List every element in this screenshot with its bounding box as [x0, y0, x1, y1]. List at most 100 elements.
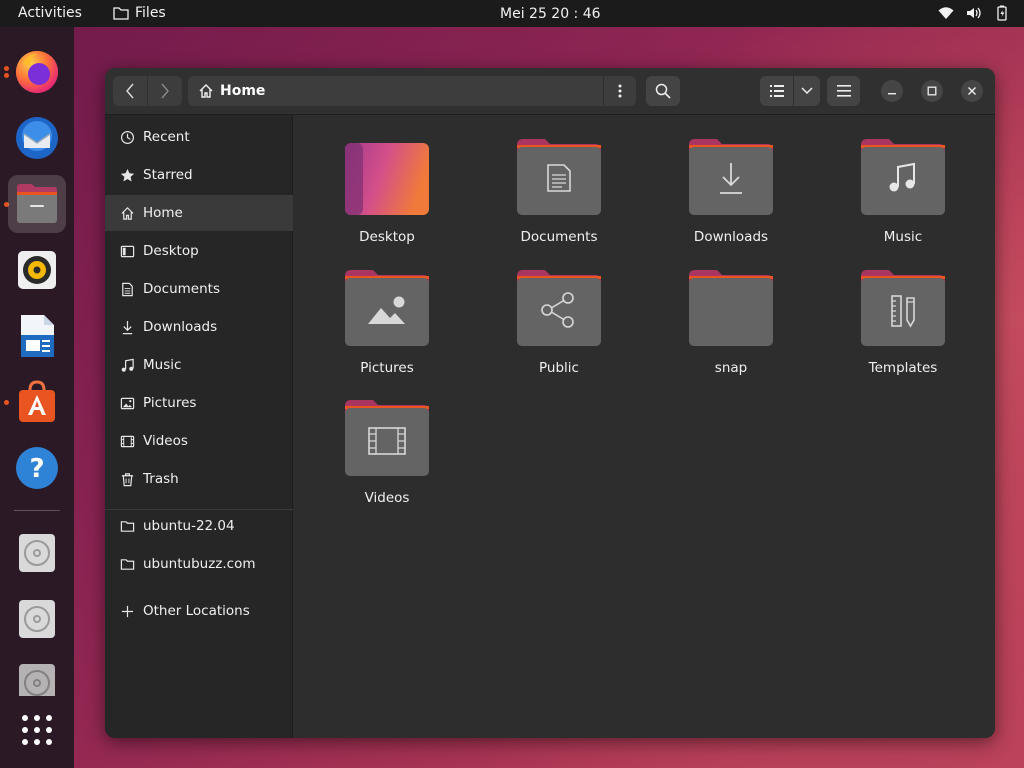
activities-button[interactable]: Activities [18, 5, 82, 21]
list-view-icon [769, 85, 784, 97]
folder-videos[interactable]: Videos [322, 398, 452, 518]
video-folder-icon [345, 400, 429, 476]
trash-icon [119, 471, 135, 487]
close-icon [968, 87, 976, 95]
top-bar: Activities Files Mei 25 20 : 46 [0, 0, 1024, 27]
chevron-left-icon [126, 83, 134, 99]
sidebar-other-locations[interactable]: Other Locations [105, 593, 293, 629]
download-icon [119, 319, 135, 335]
writer-icon [21, 315, 54, 357]
dock-separator [14, 510, 60, 511]
wifi-icon [938, 7, 954, 19]
app-menu-files[interactable]: Files [113, 5, 166, 21]
dock-disc-2[interactable] [8, 590, 66, 648]
sidebar-item-documents[interactable]: Documents [105, 271, 293, 307]
sidebar-item-label: Downloads [143, 319, 218, 335]
sidebar-item-recent[interactable]: Recent [105, 119, 293, 155]
dock-disc-1[interactable] [8, 524, 66, 582]
file-grid: Desktop Documents Downloads Music Pictur… [294, 115, 995, 738]
forward-button[interactable] [148, 76, 182, 106]
clock[interactable]: Mei 25 20 : 46 [500, 6, 601, 22]
sidebar-item-videos[interactable]: Videos [105, 423, 293, 459]
path-bar[interactable]: Home [188, 76, 636, 106]
header-bar: Home [105, 68, 995, 115]
folder-icon [689, 270, 773, 346]
sidebar-item-starred[interactable]: Starred [105, 157, 293, 193]
dock: ? [0, 27, 74, 768]
sidebar-item-label: Music [143, 357, 182, 373]
dock-software[interactable] [8, 373, 66, 431]
disc-icon [19, 664, 55, 696]
dock-files[interactable] [8, 175, 66, 233]
folder-pictures[interactable]: Pictures [322, 268, 452, 388]
star-icon [119, 167, 135, 183]
video-icon [119, 433, 135, 449]
dock-firefox[interactable] [8, 43, 66, 101]
share-folder-icon [517, 270, 601, 346]
sidebar-item-trash[interactable]: Trash [105, 461, 293, 497]
picture-folder-icon [345, 270, 429, 346]
sidebar-item-music[interactable]: Music [105, 347, 293, 383]
battery-icon [997, 5, 1007, 21]
sidebar-item-label: Videos [143, 433, 188, 449]
sidebar-item-pictures[interactable]: Pictures [105, 385, 293, 421]
sidebar-item-desktop[interactable]: Desktop [105, 233, 293, 269]
download-folder-icon [689, 139, 773, 215]
search-button[interactable] [646, 76, 680, 106]
folder-public[interactable]: Public [494, 268, 624, 388]
folder-desktop[interactable]: Desktop [322, 137, 452, 257]
app-name: Files [135, 5, 166, 21]
clock-icon [119, 129, 135, 145]
folder-label: Templates [868, 360, 938, 376]
disc-icon [19, 600, 55, 638]
dock-thunderbird[interactable] [8, 109, 66, 167]
view-options-button[interactable] [794, 76, 820, 106]
maximize-icon [927, 86, 937, 96]
folder-label: Pictures [360, 360, 414, 376]
sidebar-item-label: Home [143, 205, 183, 221]
close-button[interactable] [961, 80, 983, 102]
maximize-button[interactable] [921, 80, 943, 102]
document-icon [119, 281, 135, 297]
sidebar-bookmark-ubuntu-22-04[interactable]: ubuntu-22.04 [105, 508, 293, 544]
folder-label: snap [714, 360, 748, 376]
sidebar-item-label: Pictures [143, 395, 197, 411]
dock-disc-3[interactable] [8, 656, 66, 696]
music-folder-icon [861, 139, 945, 215]
sidebar-item-label: Recent [143, 129, 190, 145]
path-menu-button[interactable] [604, 76, 636, 106]
path-home-label: Home [220, 83, 266, 99]
firefox-icon [16, 51, 58, 93]
sidebar-item-home[interactable]: Home [105, 195, 293, 231]
folder-label: Public [539, 360, 579, 376]
main-menu-button[interactable] [827, 76, 860, 106]
sidebar-item-label: ubuntubuzz.com [143, 556, 256, 572]
back-button[interactable] [113, 76, 147, 106]
folder-music[interactable]: Music [838, 137, 968, 257]
folder-icon [113, 7, 129, 20]
folder-templates[interactable]: Templates [838, 268, 968, 388]
minimize-button[interactable] [881, 80, 903, 102]
folder-downloads[interactable]: Downloads [666, 137, 796, 257]
dock-help[interactable]: ? [8, 439, 66, 497]
folder-label: Documents [520, 229, 598, 245]
sidebar-item-downloads[interactable]: Downloads [105, 309, 293, 345]
app-grid-icon [22, 715, 52, 745]
dock-show-apps[interactable] [8, 701, 66, 759]
dock-rhythmbox[interactable] [8, 241, 66, 299]
disc-icon [19, 534, 55, 572]
files-window: Home Recent Starred Home Desktop Documen… [105, 68, 995, 738]
files-icon [17, 184, 57, 223]
sidebar-item-label: Documents [143, 281, 220, 297]
system-tray[interactable] [938, 5, 1010, 21]
volume-icon [967, 7, 981, 19]
sidebar-bookmark-ubuntubuzz[interactable]: ubuntubuzz.com [105, 546, 293, 582]
folder-snap[interactable]: snap [666, 268, 796, 388]
thunderbird-icon [16, 117, 58, 159]
dock-writer[interactable] [8, 307, 66, 365]
chevron-right-icon [161, 83, 169, 99]
plus-icon [119, 603, 135, 619]
rhythmbox-icon [18, 251, 56, 289]
list-view-button[interactable] [760, 76, 793, 106]
folder-documents[interactable]: Documents [494, 137, 624, 257]
